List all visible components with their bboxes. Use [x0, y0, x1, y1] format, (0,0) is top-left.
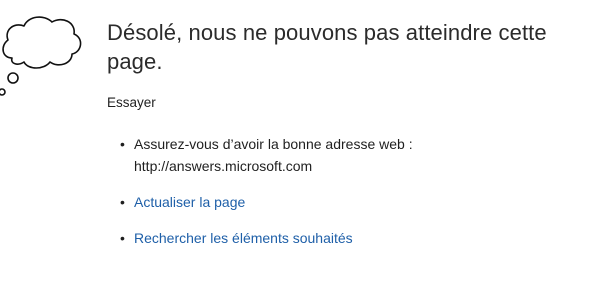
- bullet-icon: •: [120, 194, 125, 210]
- page-title: Désolé, nous ne pouvons pas atteindre ce…: [107, 20, 547, 74]
- list-item: • Actualiser la page: [120, 191, 585, 213]
- suggestion-text: Assurez-vous d’avoir la bonne adresse we…: [134, 136, 413, 152]
- suggestion-url: http://answers.microsoft.com: [134, 158, 313, 174]
- list-item: • Assurez-vous d’avoir la bonne adresse …: [120, 133, 585, 177]
- error-page: Désolé, nous ne pouvons pas atteindre ce…: [0, 0, 589, 282]
- thought-cloud-icon: [0, 16, 82, 96]
- bullet-icon: •: [120, 230, 125, 246]
- suggestion-list: • Assurez-vous d’avoir la bonne adresse …: [107, 133, 585, 249]
- list-item: • Rechercher les éléments souhaités: [120, 227, 585, 249]
- search-link[interactable]: Rechercher les éléments souhaités: [134, 230, 353, 246]
- bullet-icon: •: [120, 136, 125, 152]
- refresh-page-link[interactable]: Actualiser la page: [134, 194, 245, 210]
- error-content: Désolé, nous ne pouvons pas atteindre ce…: [107, 18, 585, 263]
- try-label: Essayer: [107, 95, 156, 110]
